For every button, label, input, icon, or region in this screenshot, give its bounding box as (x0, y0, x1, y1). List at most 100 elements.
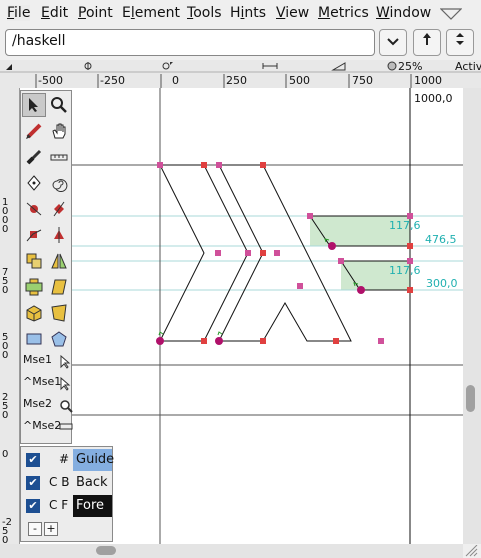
ctrl-mouse1-pointer-icon (60, 377, 71, 391)
menu-view[interactable]: View (276, 5, 309, 21)
cube-icon (26, 305, 42, 322)
3d-rotate-tool[interactable] (22, 301, 46, 325)
ruler-icon (50, 154, 68, 161)
ruler-label-250: 250 (226, 74, 247, 87)
vertical-scroll-thumb[interactable] (466, 385, 475, 412)
freehand-tool[interactable] (22, 119, 46, 143)
guide-layer-name[interactable]: Guide (73, 449, 114, 471)
corner-point-icon (26, 229, 42, 242)
pointer-tool[interactable] (22, 93, 46, 117)
hvcurve-point-tool[interactable] (47, 197, 71, 221)
active-layer-text: Activ (455, 60, 481, 73)
pencil-icon (26, 123, 42, 139)
next-glyph-button[interactable] (446, 29, 474, 56)
menu-point[interactable]: Point (78, 5, 113, 21)
guide-visible-checkbox[interactable]: ✔ (26, 453, 40, 467)
perspective-tool[interactable] (47, 301, 71, 325)
curve-point-icon (26, 202, 42, 216)
rectangle-tool[interactable] (22, 327, 46, 351)
menu-overflow-icon[interactable] (440, 8, 462, 20)
menu-hints[interactable]: Hints (230, 5, 266, 21)
menu-tools[interactable]: Tools (187, 5, 222, 21)
control-points[interactable] (156, 162, 413, 345)
ctrl-mouse1-label: ^Mse1 (23, 375, 62, 388)
perspective-icon (51, 304, 67, 322)
menu-mnemonic: F (7, 5, 15, 21)
menu-element[interactable]: Element (122, 5, 180, 21)
prev-glyph-icon (423, 33, 431, 45)
horizontal-scroll-thumb[interactable] (96, 546, 116, 555)
mouse2-magnify-icon (60, 400, 73, 413)
flip-icon (51, 253, 67, 269)
ruler-label-750: 750 (352, 74, 373, 87)
tangent-point-tool[interactable] (47, 223, 71, 247)
menu-labels: File Edit Point Element Tools Hints View… (0, 0, 481, 28)
menu-mnemonic: E (41, 5, 50, 21)
resize-grip-icon[interactable] (464, 545, 478, 557)
menu-file-label[interactable]: File (7, 5, 31, 21)
menu-window[interactable]: Window (376, 5, 431, 21)
menu-edit[interactable]: Edit (41, 5, 68, 21)
vertical-scrollbar[interactable] (463, 88, 481, 544)
fore-visible-checkbox[interactable]: ✔ (26, 499, 40, 513)
prev-glyph-button[interactable] (413, 29, 441, 56)
fore-layer-flags[interactable]: C F (49, 498, 68, 512)
back-layer-flags[interactable]: C B (49, 475, 69, 489)
back-visible-checkbox[interactable]: ✔ (26, 476, 40, 490)
glyph-name-field[interactable]: /haskell (5, 29, 375, 56)
menu-mnemonic: W (376, 5, 390, 21)
add-layer-button[interactable]: + (44, 522, 58, 536)
magnify-tool[interactable] (47, 93, 71, 117)
advance-width-label: 1000,0 (414, 92, 453, 105)
glyph-dropdown-button[interactable] (379, 29, 407, 56)
hint-label-1: 117,6 (389, 219, 421, 232)
tools-palette: Mse1 ^Mse1 Mse2 ^Mse2 (20, 90, 73, 444)
curve-point-tool[interactable] (22, 197, 46, 221)
fore-layer-name[interactable]: Fore (73, 495, 112, 517)
ctrl-mouse2-label: ^Mse2 (23, 419, 62, 432)
spiral-icon (52, 179, 68, 192)
rotate-tool[interactable] (22, 275, 46, 299)
knife-icon (26, 149, 42, 165)
hint-label-3: 117,6 (389, 264, 421, 277)
menu-mnemonic: M (318, 5, 331, 21)
mouse1-pointer-icon (60, 355, 71, 369)
left-ruler-neg250: -250 (2, 517, 12, 546)
polygon-tool[interactable] (47, 327, 71, 351)
left-ruler-500: 500 (2, 332, 9, 361)
flip-tool[interactable] (47, 249, 71, 273)
skew-tool[interactable] (47, 275, 71, 299)
layer-row-guide[interactable]: ✔ # Guide (21, 449, 114, 471)
corner-point-tool[interactable] (22, 223, 46, 247)
menu-mnemonic: l (130, 5, 135, 21)
glyph-contours (159, 164, 411, 342)
layer-row-back[interactable]: ✔ C B Back (21, 472, 112, 494)
rotate-icon (25, 278, 43, 296)
tangent-point-icon (54, 227, 64, 243)
ruler-label-500: 500 (289, 74, 310, 87)
ruler-label-0: 0 (172, 74, 179, 87)
scale-tool[interactable] (22, 249, 46, 273)
knife-tool[interactable] (22, 145, 46, 169)
pen-tool[interactable] (22, 171, 46, 195)
horizontal-scrollbar[interactable] (0, 544, 463, 558)
scroll-tool[interactable] (47, 119, 71, 143)
ctrl-mouse2-ruler-icon (59, 423, 73, 430)
menu-mnemonic: P (78, 5, 86, 21)
pointer-icon (29, 98, 38, 112)
layer-row-fore[interactable]: ✔ C F Fore (21, 495, 112, 517)
left-ruler: 1000 750 500 250 0 -250 (0, 88, 20, 546)
top-ruler: -500 -250 0 250 500 750 1000 25% Activ (0, 60, 481, 89)
back-layer-name[interactable]: Back (73, 472, 112, 494)
hint-label-2: 476,5 (425, 233, 457, 246)
ruler-tool[interactable] (47, 145, 71, 169)
hint-label-4: 300,0 (426, 277, 458, 290)
ruler-label-1000: 1000 (414, 74, 442, 87)
scale-icon (26, 253, 42, 269)
zoom-level: 25% (398, 60, 423, 73)
hand-icon (52, 123, 66, 139)
spiro-tool[interactable] (47, 171, 71, 195)
remove-layer-button[interactable]: - (28, 522, 42, 536)
menu-metrics[interactable]: Metrics (318, 5, 369, 21)
mouse2-label: Mse2 (23, 397, 52, 410)
